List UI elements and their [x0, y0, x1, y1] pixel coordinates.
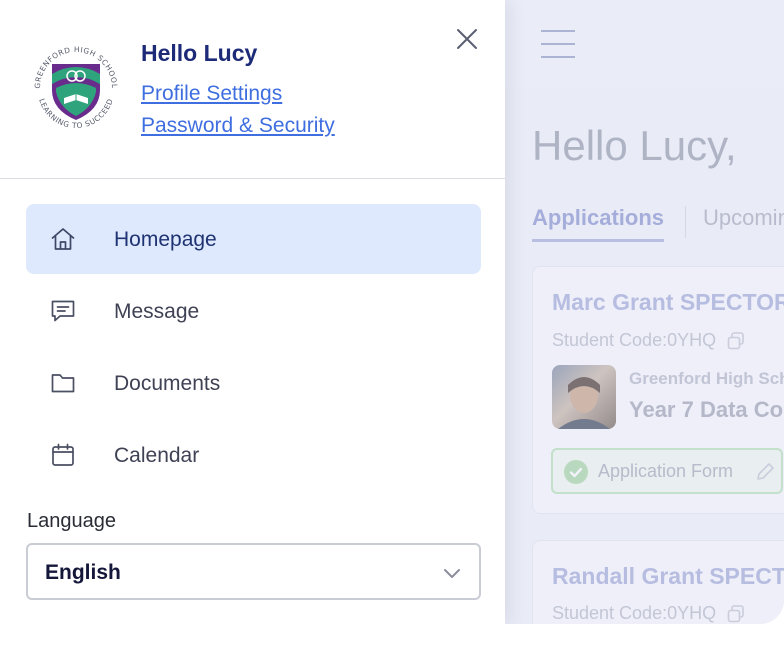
nav-label-message: Message	[114, 300, 200, 323]
password-security-link[interactable]: Password & Security	[141, 114, 335, 138]
calendar-icon	[52, 443, 74, 466]
school-logo: GREENFORD HIGH SCHOOL LEARNING TO SUCCEE…	[33, 45, 119, 130]
profile-settings-link[interactable]: Profile Settings	[141, 82, 282, 106]
app-frame: Hello Lucy, Applications Upcoming Marc G…	[0, 0, 784, 624]
chevron-down-icon	[444, 569, 460, 578]
nav-item-documents[interactable]: Documents	[26, 348, 481, 418]
nav-label-documents: Documents	[114, 372, 221, 395]
nav-item-homepage[interactable]: Homepage	[26, 204, 481, 274]
nav-label-homepage: Homepage	[114, 228, 217, 251]
message-icon	[51, 300, 75, 322]
dim-overlay[interactable]	[505, 0, 784, 624]
close-icon[interactable]	[455, 27, 479, 51]
user-greeting: Hello Lucy	[141, 40, 258, 66]
drawer-header: GREENFORD HIGH SCHOOL LEARNING TO SUCCEE…	[0, 0, 505, 179]
nav-label-calendar: Calendar	[114, 444, 200, 467]
home-icon	[51, 228, 75, 250]
nav-item-calendar[interactable]: Calendar	[26, 420, 481, 490]
nav-item-message[interactable]: Message	[26, 276, 481, 346]
language-selected-value: English	[45, 561, 121, 584]
language-label: Language	[27, 510, 116, 532]
side-drawer: GREENFORD HIGH SCHOOL LEARNING TO SUCCEE…	[0, 0, 505, 624]
folder-icon	[51, 374, 75, 393]
language-select[interactable]: English	[26, 543, 481, 600]
